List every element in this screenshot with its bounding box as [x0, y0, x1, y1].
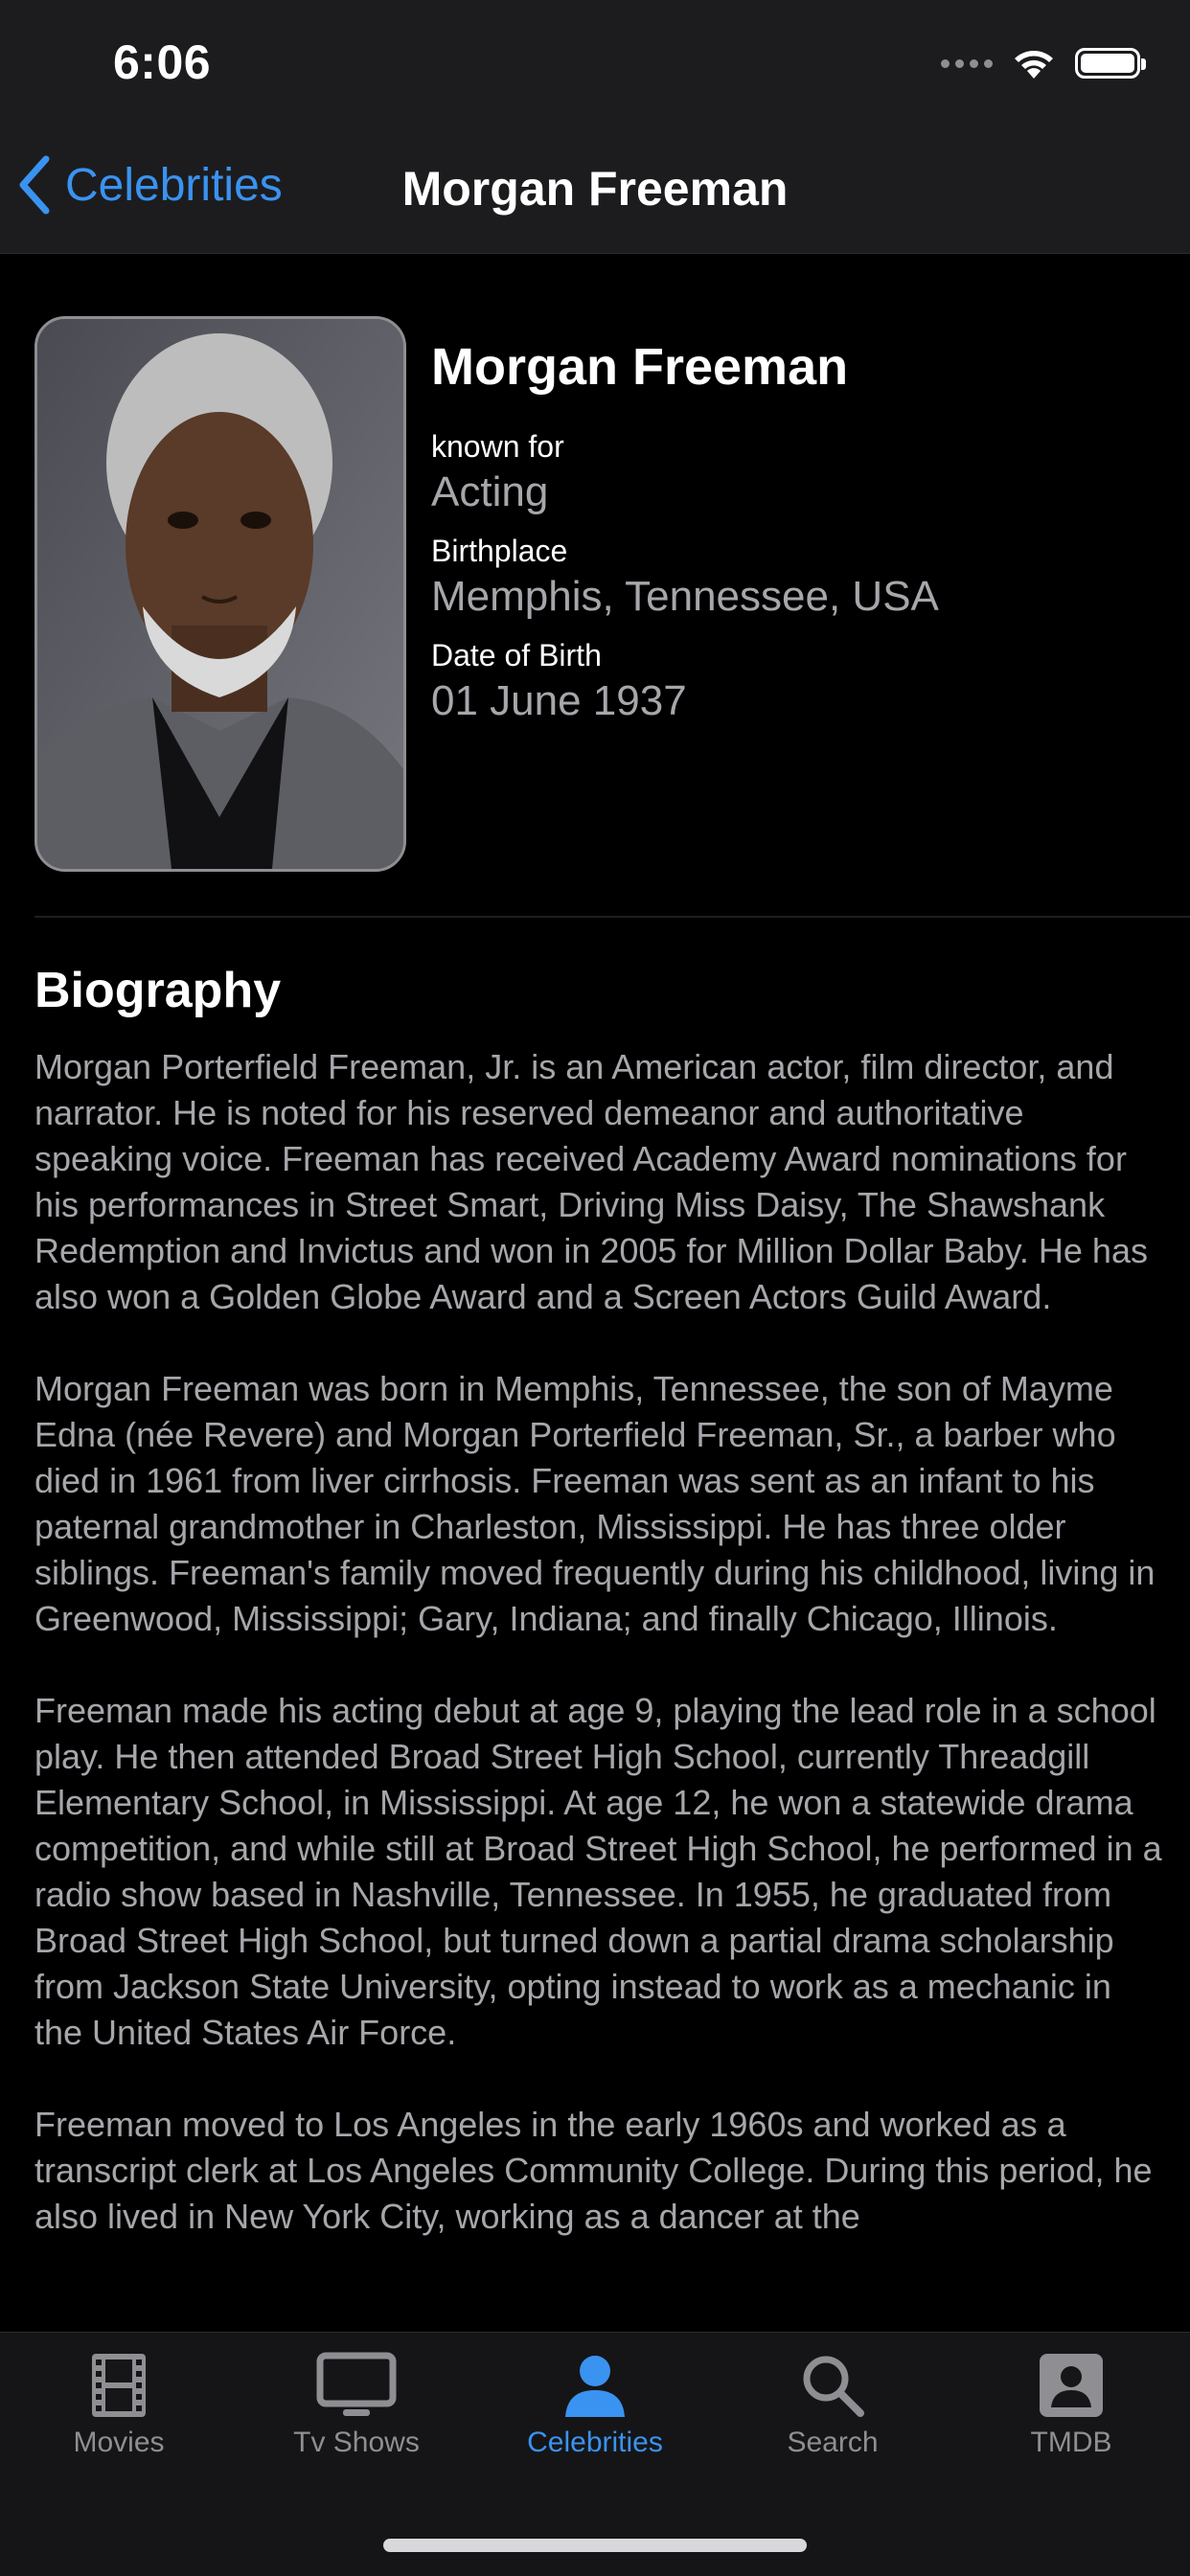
- section-divider: [34, 916, 1190, 918]
- tv-icon: [316, 2352, 397, 2416]
- person-name: Morgan Freeman: [431, 338, 849, 396]
- date-of-birth-value: 01 June 1937: [431, 677, 687, 724]
- magnifier-icon: [803, 2356, 864, 2417]
- biography-paragraph: Freeman moved to Los Angeles in the earl…: [34, 2105, 1153, 2236]
- tab-tv-shows[interactable]: Tv Shows: [238, 2352, 475, 2459]
- tab-celebrities[interactable]: Celebrities: [476, 2352, 714, 2459]
- contact-card-icon: [1040, 2354, 1103, 2417]
- date-of-birth-label: Date of Birth: [431, 638, 602, 672]
- tab-label: Search: [787, 2427, 879, 2458]
- nav-title: Morgan Freeman: [401, 162, 789, 216]
- battery-icon: [1075, 48, 1146, 79]
- status-bar: 6:06: [0, 0, 1190, 128]
- tab-movies[interactable]: Movies: [0, 2352, 238, 2459]
- tab-tmdb[interactable]: TMDB: [952, 2352, 1190, 2459]
- navigation-bar: Celebrities Morgan Freeman: [0, 128, 1190, 254]
- status-time: 6:06: [113, 35, 212, 89]
- profile-info: Morgan Freeman known for Acting Birthpla…: [431, 337, 1159, 725]
- home-indicator: [383, 2539, 807, 2552]
- person-icon: [565, 2356, 625, 2417]
- profile-photo: [34, 316, 406, 872]
- biography-heading: Biography: [34, 963, 282, 1018]
- birthplace-value: Memphis, Tennessee, USA: [431, 573, 939, 620]
- biography-paragraph: Morgan Freeman was born in Memphis, Tenn…: [34, 1369, 1156, 1638]
- portrait-image: [37, 319, 403, 869]
- tab-label: Movies: [73, 2427, 165, 2458]
- biography-text: Morgan Porterfield Freeman, Jr. is an Am…: [34, 1044, 1165, 2286]
- wifi-icon: [1015, 51, 1053, 79]
- known-for-value: Acting: [431, 468, 549, 515]
- known-for-label: known for: [431, 429, 564, 464]
- status-icons: [941, 42, 1146, 84]
- biography-paragraph: Morgan Porterfield Freeman, Jr. is an Am…: [34, 1047, 1148, 1316]
- tab-label: Celebrities: [527, 2427, 663, 2458]
- birthplace-label: Birthplace: [431, 534, 568, 568]
- cellular-signal-icon: [941, 58, 993, 68]
- biography-paragraph: Freeman made his acting debut at age 9, …: [34, 1691, 1162, 2052]
- tab-search[interactable]: Search: [714, 2352, 951, 2459]
- film-icon: [92, 2354, 146, 2417]
- tab-label: Tv Shows: [293, 2427, 420, 2458]
- tab-label: TMDB: [1030, 2427, 1112, 2458]
